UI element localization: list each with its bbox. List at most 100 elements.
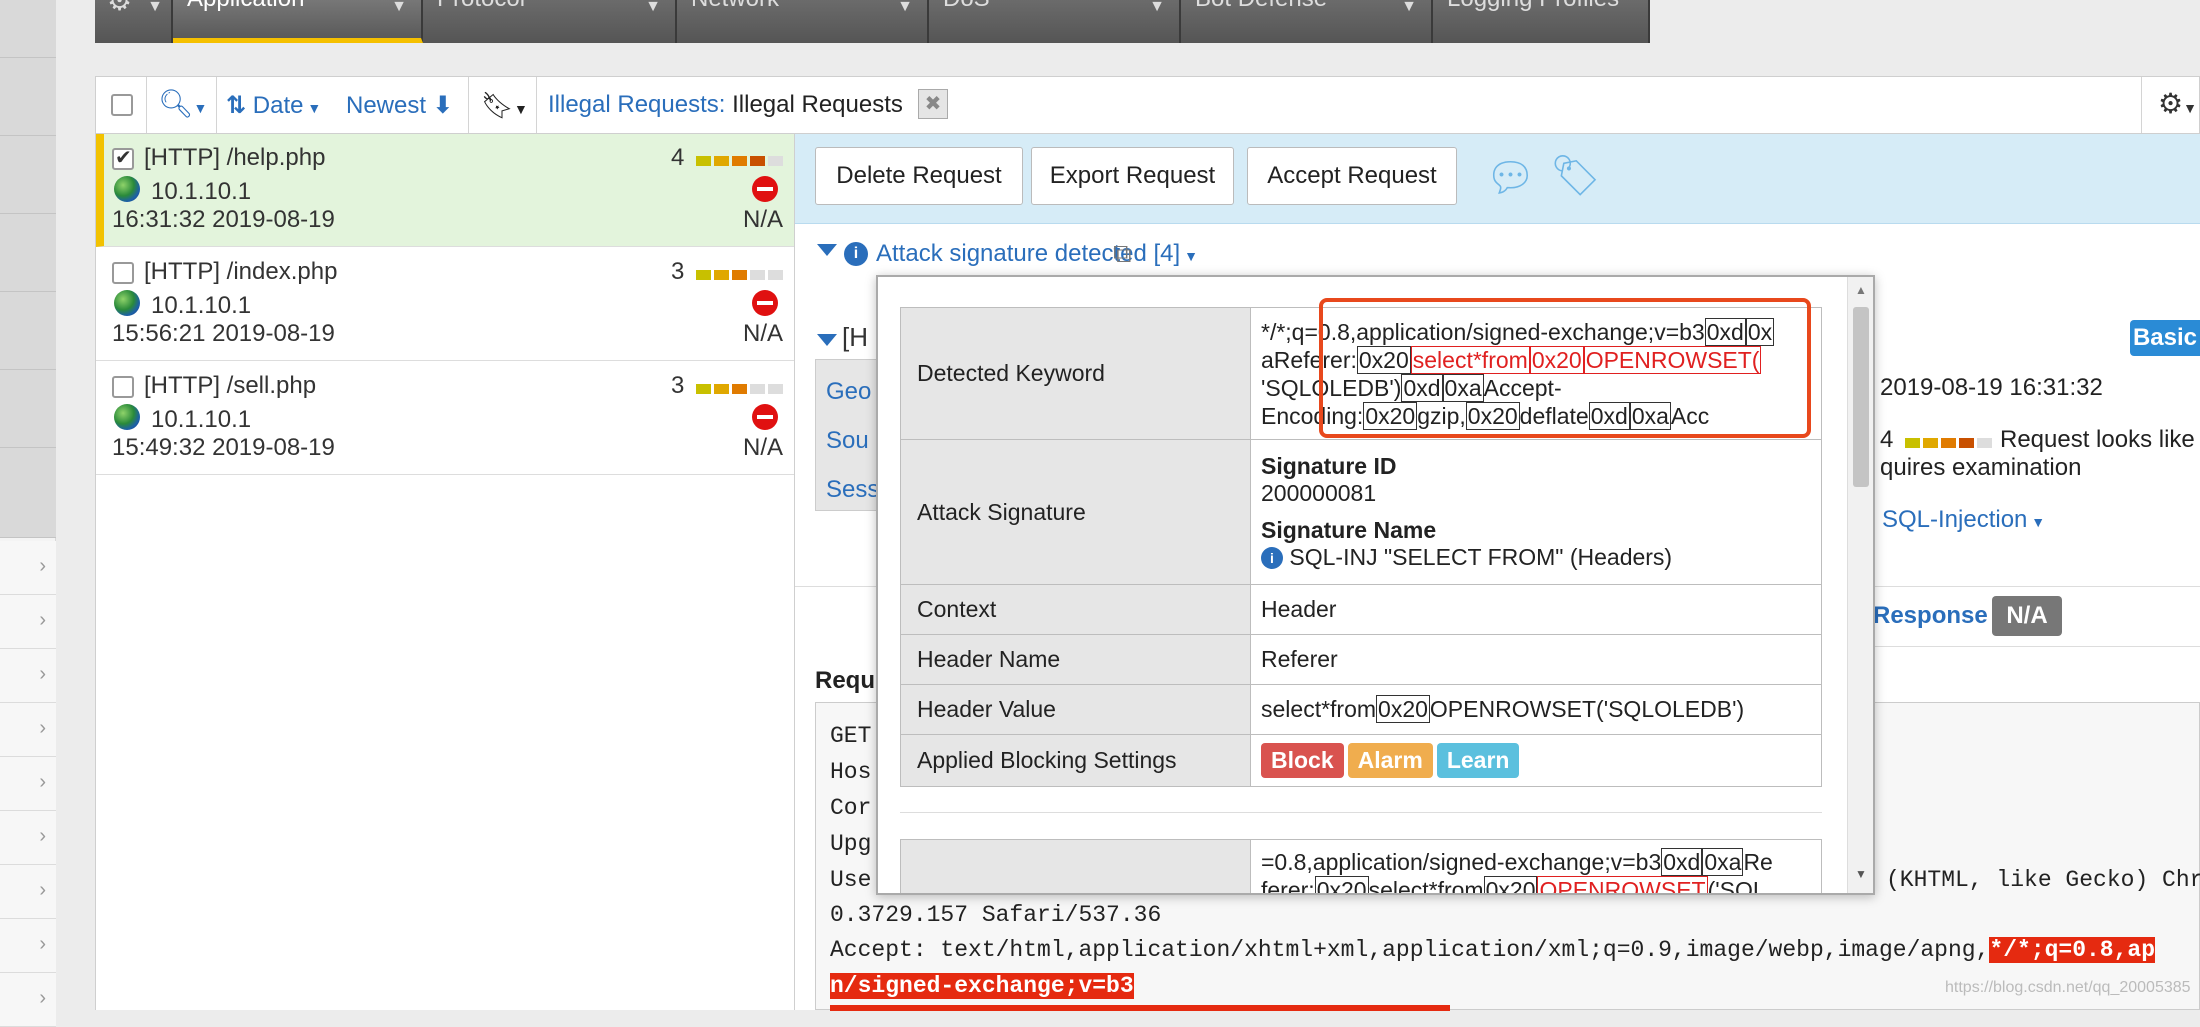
info-icon[interactable]: i — [844, 242, 868, 266]
popup-scrollbar[interactable]: ▲ ▼ — [1847, 277, 1873, 893]
filter-icon[interactable] — [817, 244, 837, 256]
request-time: 2019-08-19 16:31:32 — [1880, 374, 2103, 401]
signature-id-label: Signature ID — [1261, 453, 1397, 479]
raw-line: Accept: text/html,application/xhtml+xml,… — [830, 937, 2156, 963]
scrollbar-thumb[interactable] — [1853, 307, 1869, 487]
chevron-down-icon: ▼ — [303, 100, 322, 116]
accept-request-button[interactable]: Accept Request — [1247, 147, 1457, 205]
info-icon[interactable]: i — [1261, 547, 1283, 569]
scroll-down-icon[interactable]: ▼ — [1855, 867, 1867, 881]
rail-row[interactable]: › — [0, 703, 56, 757]
signature-name-label: Signature Name — [1261, 517, 1437, 543]
rail-block[interactable] — [0, 58, 56, 136]
violation-menu[interactable]: Attack signature detected [4] ▼ — [876, 240, 1198, 268]
tags-icon[interactable]: 🏷︎ — [1550, 156, 1601, 196]
row-label: Applied Blocking Settings — [900, 734, 1251, 787]
list-settings-menu[interactable]: ⚙▼ — [2158, 87, 2197, 120]
tab-bot-defense[interactable]: Bot Defense ▼ — [1181, 0, 1433, 43]
settings-menu[interactable]: ⚙ ▼ — [95, 0, 173, 43]
search-menu[interactable]: 🔍︎▼ — [158, 87, 207, 120]
chevron-down-icon: ▼ — [645, 0, 661, 15]
tab-network[interactable]: Network ▼ — [677, 0, 929, 43]
rail-row[interactable]: › — [0, 757, 56, 811]
top-nav: ⚙ ▼ Application ▼ Protocol ▼ Network ▼ D… — [95, 0, 1650, 43]
signature-id: 200000081 — [1261, 480, 1377, 506]
request-list: ✔ [HTTP] /help.php 10.1.10.1 16:31:32 20… — [95, 134, 795, 1010]
rating-bars — [696, 270, 786, 280]
tab-logging-profiles[interactable]: Logging Profiles — [1433, 0, 1650, 43]
blocked-icon — [752, 176, 778, 202]
rail-row[interactable]: › — [0, 595, 56, 649]
rail-block[interactable] — [0, 370, 56, 448]
rail-block[interactable] — [0, 0, 56, 58]
row-checkbox[interactable]: ✔ — [112, 147, 134, 170]
geo-label: Geo — [826, 378, 872, 405]
rail-block[interactable] — [0, 136, 56, 214]
delete-request-button[interactable]: Delete Request — [815, 147, 1023, 205]
sort-date-menu[interactable]: ⇅ Date ▼ — [226, 91, 321, 120]
raw-line: 0.3729.157 Safari/537.36 — [830, 902, 1162, 928]
rail-block[interactable] — [0, 448, 56, 538]
row-label: Context — [900, 584, 1251, 635]
chevron-down-icon: ▼ — [2027, 514, 2046, 530]
request-path: [HTTP] /help.php — [144, 144, 326, 171]
request-path: [HTTP] /sell.php — [144, 372, 317, 399]
response-code: N/A — [743, 434, 784, 461]
request-row[interactable]: ✔ [HTTP] /help.php 10.1.10.1 16:31:32 20… — [96, 134, 794, 247]
tab-label: Network — [691, 0, 779, 12]
summary-labels: Geo Sou Sess — [815, 359, 885, 511]
bookmark-menu[interactable]: 🔖︎▼ — [481, 90, 528, 121]
rail-block[interactable] — [0, 214, 56, 292]
response-tab[interactable]: Response — [1873, 602, 1988, 630]
signature-name[interactable]: SQL-INJ "SELECT FROM" (Headers) — [1289, 544, 1672, 570]
attack-signature-value: Signature ID 200000081 Signature Name i … — [1250, 439, 1822, 585]
blocking-settings-value: Block Alarm Learn — [1250, 734, 1822, 787]
order-label: Newest — [346, 92, 427, 119]
rail-row[interactable]: › — [0, 865, 56, 919]
rail-block[interactable] — [0, 292, 56, 370]
rail-row[interactable]: › — [0, 541, 56, 595]
chevron-down-icon: ▼ — [391, 0, 407, 15]
row-checkbox[interactable] — [112, 262, 134, 284]
chevron-down-icon: ▼ — [1401, 0, 1417, 15]
request-ip: 10.1.10.1 — [151, 178, 252, 205]
select-all-checkbox[interactable] — [111, 94, 133, 116]
external-link-icon[interactable]: ⧉ — [1113, 238, 1132, 270]
list-toolbar: 🔍︎▼ ⇅ Date ▼ Newest ⬇ 🔖︎▼ Illegal Reques… — [95, 76, 2200, 134]
rail-row[interactable]: › — [0, 811, 56, 865]
chevron-down-icon: ▼ — [147, 0, 163, 15]
tab-dos[interactable]: DoS ▼ — [929, 0, 1181, 43]
rail-row[interactable]: › — [0, 973, 56, 1027]
row-checkbox[interactable] — [112, 376, 134, 398]
filter-icon[interactable] — [817, 334, 837, 346]
raw-line: Upg — [830, 831, 872, 857]
header-value-value: select*from0x20OPENROWSET('SQLOLEDB') — [1250, 684, 1822, 735]
sort-order-toggle[interactable]: Newest ⬇ — [346, 91, 453, 120]
search-icon: 🔍︎ — [158, 88, 194, 119]
response-badge: N/A — [1992, 596, 2062, 636]
active-filter: Illegal Requests: Illegal Requests — [548, 91, 903, 119]
request-timestamp: 15:56:21 2019-08-19 — [112, 320, 335, 347]
gear-icon: ⚙ — [107, 0, 133, 16]
tab-protocol[interactable]: Protocol ▼ — [423, 0, 677, 43]
tab-application[interactable]: Application ▼ — [173, 0, 423, 43]
export-request-button[interactable]: Export Request — [1031, 147, 1234, 205]
rail-row[interactable]: › — [0, 649, 56, 703]
rail-row[interactable]: › — [0, 919, 56, 973]
comment-icon[interactable]: 💬︎ — [1485, 158, 1536, 198]
request-row[interactable]: [HTTP] /sell.php 10.1.10.1 15:49:32 2019… — [96, 362, 794, 475]
request-row[interactable]: [HTTP] /index.php 10.1.10.1 15:56:21 201… — [96, 248, 794, 361]
response-code: N/A — [743, 320, 784, 347]
annotation-highlight-box — [1319, 298, 1811, 438]
scroll-up-icon[interactable]: ▲ — [1855, 283, 1867, 297]
rating-text: Request looks like — [2000, 426, 2195, 453]
request-ip: 10.1.10.1 — [151, 406, 252, 433]
chevron-right-icon: › — [39, 771, 46, 793]
left-rail: › › › › › › › › › — [0, 0, 56, 1027]
watermark: https://blog.csdn.net/qq_20005385 — [1945, 979, 2191, 996]
basic-badge[interactable]: Basic — [2130, 320, 2200, 356]
attack-type-menu[interactable]: SQL-Injection ▼ — [1882, 506, 2045, 534]
raw-line: GET — [830, 723, 872, 749]
action-bar: Delete Request Export Request Accept Req… — [795, 134, 2200, 224]
remove-filter-button[interactable]: ✖ — [918, 89, 948, 119]
